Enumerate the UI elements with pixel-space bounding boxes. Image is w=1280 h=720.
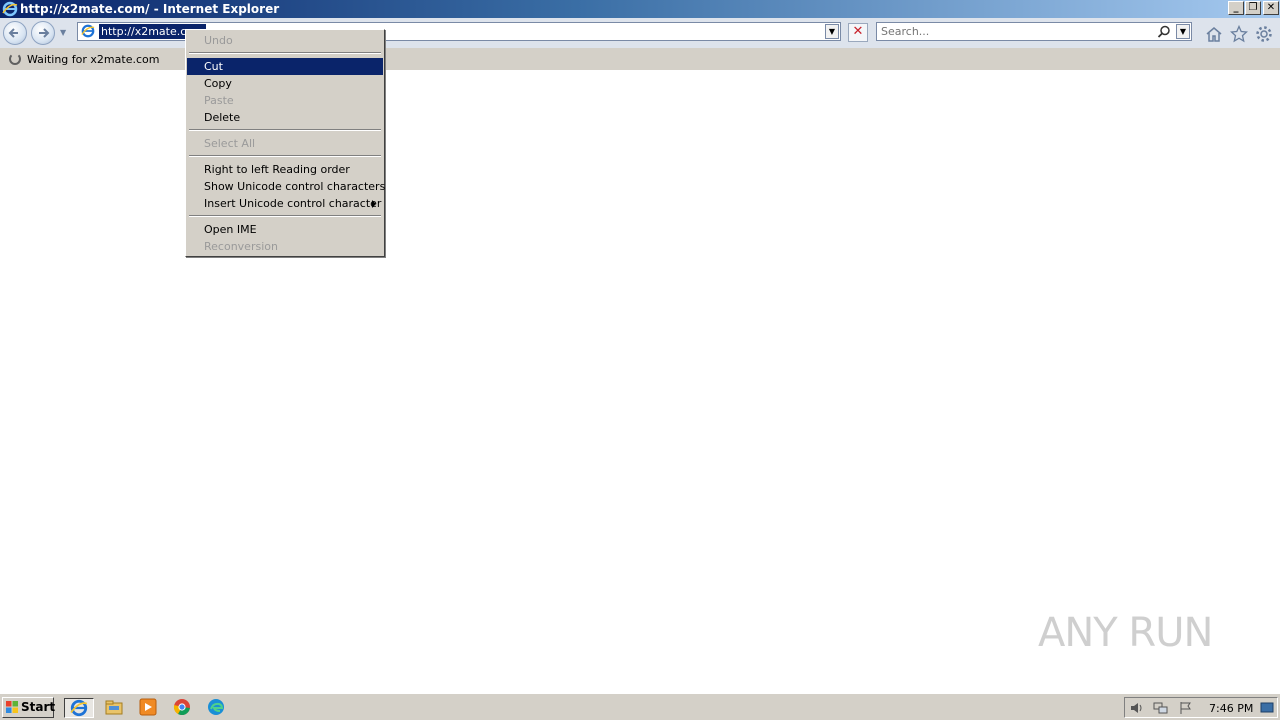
internet-explorer-icon <box>70 699 88 717</box>
menu-item-cut[interactable]: Cut <box>187 58 383 75</box>
loading-status-text: Waiting for x2mate.com <box>27 53 160 66</box>
settings-gear-icon[interactable] <box>1255 25 1273 43</box>
window-title: http://x2mate.com/ - Internet Explorer <box>20 2 280 16</box>
show-desktop-icon[interactable] <box>1260 702 1274 714</box>
minimize-button[interactable]: _ <box>1228 1 1244 15</box>
menu-item-insert-unicode-label: Insert Unicode control character <box>204 197 382 210</box>
stop-x-icon: ✕ <box>852 24 864 39</box>
close-window-button[interactable]: ✕ <box>1263 1 1279 15</box>
network-icon[interactable] <box>1153 701 1169 715</box>
chrome-icon <box>173 699 190 716</box>
system-tray: 7:46 PM <box>1124 697 1278 718</box>
back-arrow-icon <box>8 28 18 38</box>
start-button[interactable]: Start <box>2 697 56 718</box>
menu-item-insert-unicode-control[interactable]: Insert Unicode control character <box>187 195 383 212</box>
back-button[interactable] <box>3 21 27 45</box>
home-icon[interactable] <box>1205 26 1223 42</box>
search-icon[interactable] <box>1157 25 1171 39</box>
taskbar: Start 7:46 PM <box>0 693 1280 720</box>
menu-item-rtl-reading-order[interactable]: Right to left Reading order <box>187 161 383 178</box>
taskbar-internet-explorer[interactable] <box>64 698 94 718</box>
menu-item-reconversion[interactable]: Reconversion <box>187 238 383 255</box>
anyrun-watermark: ANY RUN <box>1038 610 1238 670</box>
restore-button[interactable]: ❐ <box>1245 1 1261 15</box>
action-center-flag-icon[interactable] <box>1179 701 1193 715</box>
search-box[interactable]: ▼ <box>876 22 1192 41</box>
menu-item-paste[interactable]: Paste <box>187 92 383 109</box>
search-provider-dropdown[interactable]: ▼ <box>1176 24 1190 39</box>
submenu-arrow-icon <box>372 200 376 208</box>
menu-item-delete[interactable]: Delete <box>187 109 383 126</box>
menu-separator <box>189 52 381 54</box>
file-explorer-icon <box>105 700 123 715</box>
taskbar-file-explorer[interactable] <box>103 698 125 718</box>
taskbar-media-player[interactable] <box>137 698 159 718</box>
search-input[interactable] <box>881 24 1151 39</box>
menu-item-show-unicode-control[interactable]: Show Unicode control characters <box>187 178 385 195</box>
taskbar-edge[interactable] <box>205 698 227 718</box>
forward-button[interactable] <box>31 21 55 45</box>
favorites-star-icon[interactable] <box>1230 25 1248 43</box>
forward-arrow-icon <box>39 28 50 38</box>
internet-explorer-icon <box>2 1 18 17</box>
start-label: Start <box>21 700 56 714</box>
menu-item-open-ime[interactable]: Open IME <box>187 221 383 238</box>
volume-icon[interactable] <box>1129 701 1145 715</box>
menu-item-undo[interactable]: Undo <box>187 32 383 49</box>
menu-separator <box>189 129 381 131</box>
media-player-icon <box>139 698 157 716</box>
address-dropdown-button[interactable]: ▼ <box>825 24 839 39</box>
edge-icon <box>208 699 224 715</box>
windows-logo-icon <box>6 701 18 713</box>
loading-spinner-icon <box>9 53 21 65</box>
taskbar-chrome[interactable] <box>171 698 193 718</box>
menu-separator <box>189 155 381 157</box>
taskbar-clock[interactable]: 7:46 PM <box>1209 702 1253 715</box>
menu-separator <box>189 215 381 217</box>
menu-item-copy[interactable]: Copy <box>187 75 383 92</box>
stop-button[interactable]: ✕ <box>848 23 868 42</box>
page-ie-icon <box>81 24 95 38</box>
menu-item-select-all[interactable]: Select All <box>187 135 383 152</box>
context-menu: Undo Cut Copy Paste Delete Select All Ri… <box>185 29 385 257</box>
title-bar[interactable]: http://x2mate.com/ - Internet Explorer _… <box>0 0 1280 18</box>
watermark-text: ANY RUN <box>1038 610 1213 656</box>
recent-pages-dropdown[interactable]: ▼ <box>60 28 66 37</box>
